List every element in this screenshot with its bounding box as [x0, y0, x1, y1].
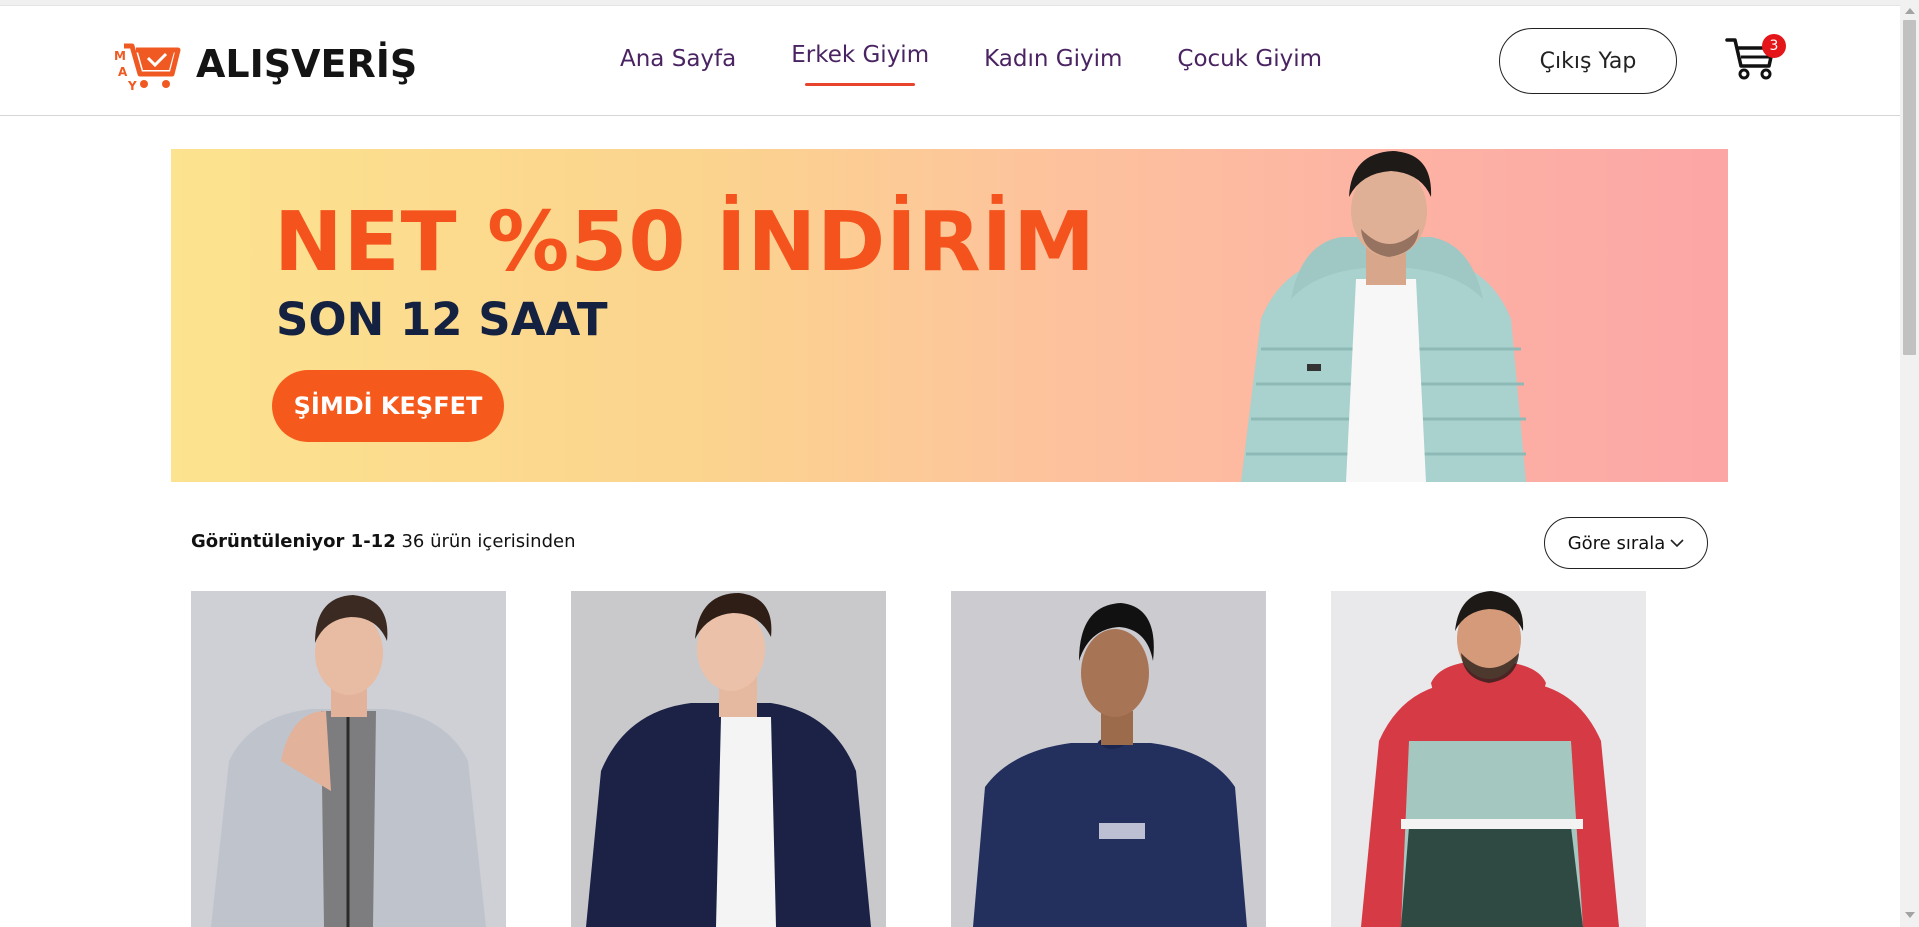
- product-card-navy-sweatshirt[interactable]: [951, 591, 1266, 927]
- product-card-colorblock-windbreaker[interactable]: [1331, 591, 1646, 927]
- product-image: [1361, 591, 1619, 927]
- banner-subline: SON 12 SAAT: [276, 293, 608, 346]
- sort-dropdown[interactable]: Göre sırala: [1544, 517, 1708, 569]
- discover-now-label: ŞİMDİ KEŞFET: [293, 392, 483, 420]
- scroll-down-arrow-icon[interactable]: [1905, 912, 1915, 918]
- logout-button[interactable]: Çıkış Yap: [1499, 28, 1677, 94]
- vertical-scrollbar[interactable]: [1900, 0, 1919, 927]
- logo-letter-a: A: [118, 65, 128, 79]
- nav-kids[interactable]: Çocuk Giyim: [1177, 46, 1322, 72]
- scroll-up-arrow-icon[interactable]: [1905, 8, 1915, 14]
- nav-kids-label: Çocuk Giyim: [1177, 46, 1322, 72]
- main-nav: Ana Sayfa Erkek Giyim Kadın Giyim Çocuk …: [620, 42, 1377, 86]
- nav-men-label: Erkek Giyim: [791, 42, 930, 68]
- banner-model-image: [1241, 151, 1526, 482]
- cart-button[interactable]: 3: [1725, 30, 1786, 86]
- chevron-down-icon: [1670, 539, 1684, 548]
- scroll-thumb[interactable]: [1903, 20, 1916, 355]
- product-image: [211, 595, 486, 927]
- nav-women-label: Kadın Giyim: [984, 46, 1123, 72]
- nav-men[interactable]: Erkek Giyim: [791, 42, 930, 86]
- logo-letter-y: Y: [127, 79, 137, 92]
- result-total: 36 ürün içerisinden: [401, 531, 576, 552]
- nav-women[interactable]: Kadın Giyim: [984, 46, 1122, 72]
- product-image: [586, 593, 871, 927]
- discover-now-button[interactable]: ŞİMDİ KEŞFET: [272, 370, 504, 442]
- logout-label: Çıkış Yap: [1539, 48, 1637, 74]
- promo-banner[interactable]: NET %50 İNDİRİM SON 12 SAAT ŞİMDİ KEŞFET: [171, 149, 1728, 482]
- active-nav-underline: [805, 83, 916, 86]
- product-card-navy-fleece-jacket[interactable]: [571, 591, 886, 927]
- result-range: Görüntüleniyor 1-12: [191, 531, 396, 552]
- result-count: Görüntüleniyor 1-12 36 ürün içerisinden: [191, 531, 576, 552]
- nav-home-label: Ana Sayfa: [620, 46, 737, 72]
- shopping-cart-logo-icon: M A Y: [114, 36, 182, 93]
- nav-home[interactable]: Ana Sayfa: [620, 46, 736, 72]
- logo-letter-m: M: [114, 49, 126, 63]
- banner-headline: NET %50 İNDİRİM: [274, 195, 1096, 290]
- sort-label: Göre sırala: [1567, 532, 1666, 554]
- cart-count-badge: 3: [1762, 34, 1786, 58]
- site-header: M A Y ALIŞVERİŞ Ana Sayfa Erkek Giyim Ka…: [0, 6, 1900, 116]
- product-image: [973, 603, 1247, 927]
- product-card-grey-zip-jacket[interactable]: [191, 591, 506, 927]
- brand-logo[interactable]: M A Y ALIŞVERİŞ: [114, 36, 418, 93]
- logo-text: ALIŞVERİŞ: [196, 42, 418, 86]
